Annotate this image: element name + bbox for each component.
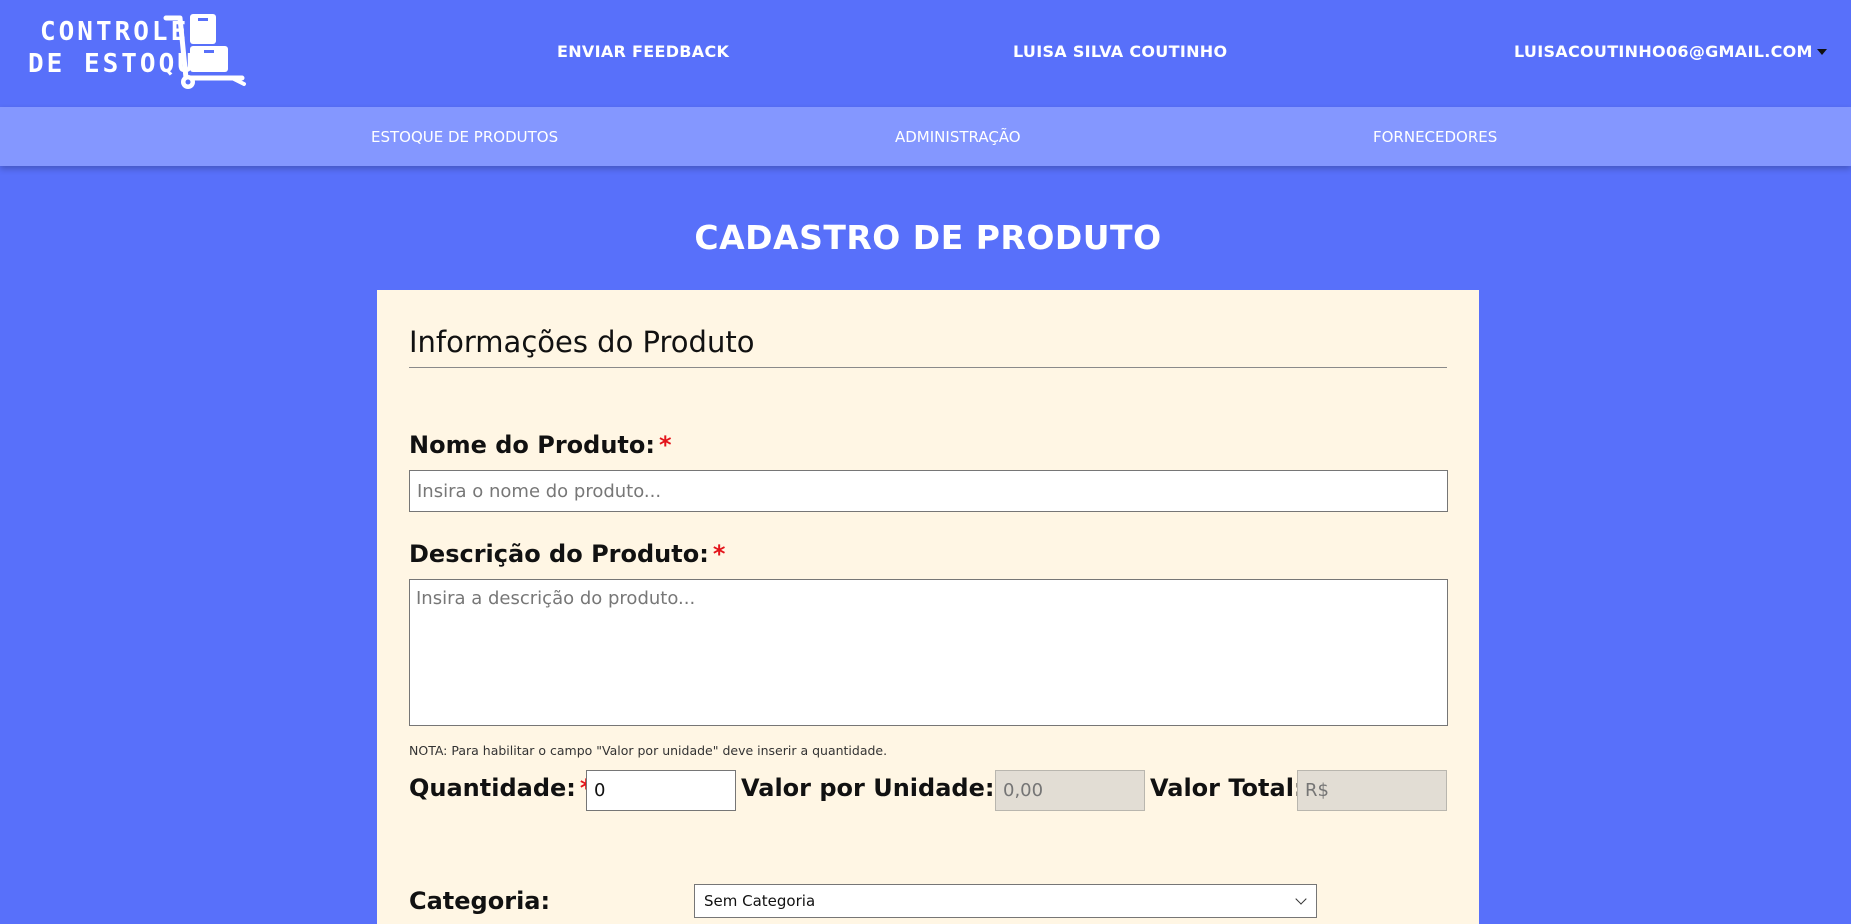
unit-value-label: Valor por Unidade:* <box>741 774 1011 802</box>
user-name: LUISA SILVA COUTINHO <box>1013 42 1228 61</box>
unit-value-label-text: Valor por Unidade: <box>741 774 995 802</box>
product-description-label: Descrição do Produto: * <box>409 540 725 568</box>
nav-item-fornecedores[interactable]: FORNECEDORES <box>1373 128 1497 146</box>
quantity-label-text: Quantidade: <box>409 774 576 802</box>
account-menu[interactable]: LUISACOUTINHO06@GMAIL.COM <box>1514 42 1827 61</box>
unit-value-input[interactable] <box>995 770 1145 811</box>
category-selected-value: Sem Categoria <box>704 892 816 910</box>
section-title: Informações do Produto <box>409 325 755 359</box>
required-marker: * <box>712 540 726 568</box>
caret-down-icon <box>1816 49 1827 55</box>
top-header: CONTROLE DE ESTOQUE ENVIAR FEEDBACK LUIS… <box>0 0 1851 107</box>
product-description-label-text: Descrição do Produto: <box>409 540 709 568</box>
quantity-input[interactable] <box>586 770 736 811</box>
quantity-label: Quantidade:* <box>409 774 592 802</box>
product-description-input[interactable] <box>409 579 1448 726</box>
user-email: LUISACOUTINHO06@GMAIL.COM <box>1514 42 1813 61</box>
product-form-card: Informações do Produto Nome do Produto: *… <box>377 290 1479 924</box>
product-name-label-text: Nome do Produto: <box>409 431 655 459</box>
nav-item-administracao[interactable]: ADMINISTRAÇÃO <box>895 128 1021 146</box>
section-divider <box>409 367 1447 368</box>
page-title: CADASTRO DE PRODUTO <box>694 218 1162 257</box>
send-feedback-link[interactable]: ENVIAR FEEDBACK <box>557 42 729 61</box>
main-nav: ESTOQUE DE PRODUTOS ADMINISTRAÇÃO FORNEC… <box>0 107 1851 166</box>
chevron-down-icon <box>1295 893 1307 905</box>
category-select[interactable]: Sem Categoria <box>694 884 1317 918</box>
total-value-input[interactable] <box>1297 770 1447 811</box>
product-name-label: Nome do Produto: * <box>409 431 672 459</box>
app-logo[interactable]: CONTROLE DE ESTOQUE <box>28 12 248 90</box>
hand-truck-boxes-icon <box>163 14 246 89</box>
product-name-input[interactable] <box>409 470 1448 512</box>
category-label: Categoria: <box>409 887 551 915</box>
nav-item-estoque[interactable]: ESTOQUE DE PRODUTOS <box>371 128 558 146</box>
total-value-label: Valor Total: <box>1150 774 1304 802</box>
quantity-note: NOTA: Para habilitar o campo "Valor por … <box>409 743 888 758</box>
required-marker: * <box>658 431 672 459</box>
